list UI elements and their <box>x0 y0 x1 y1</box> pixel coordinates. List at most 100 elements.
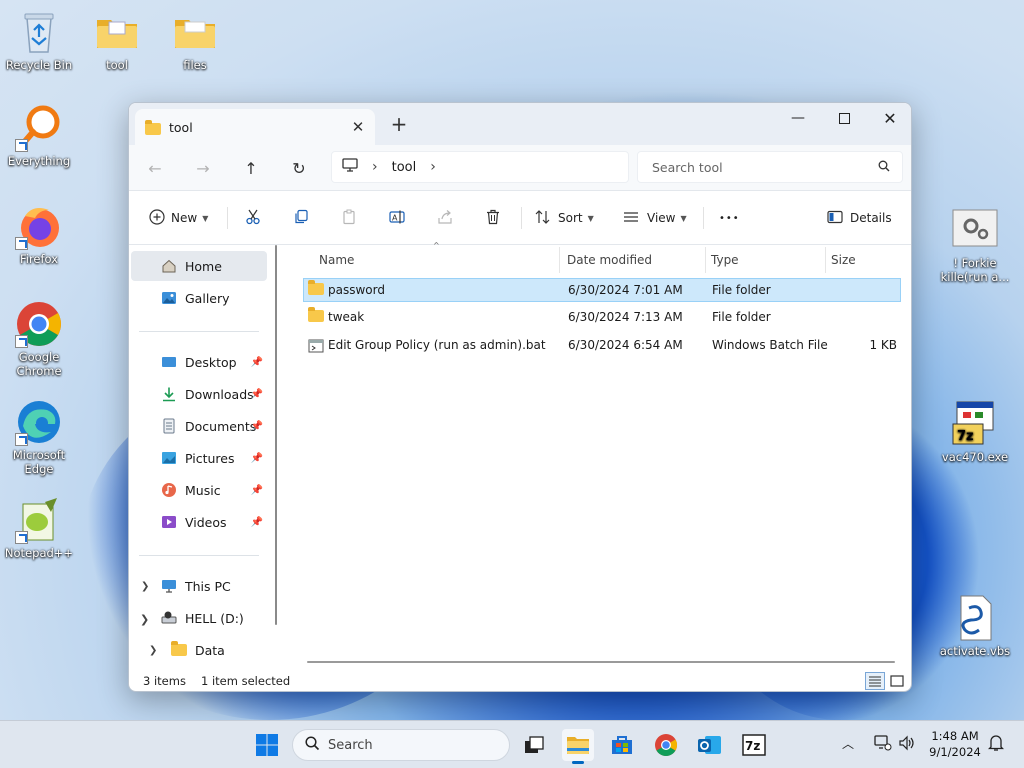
nav-item-downloads[interactable]: Downloads 📌 <box>131 379 267 409</box>
taskbar: 7z ︿ 1:48 AM 9/1/2024 <box>0 720 1024 768</box>
minimize-button[interactable]: — <box>775 103 821 133</box>
details-view-button[interactable] <box>865 672 885 690</box>
forward-button[interactable]: → <box>189 155 217 181</box>
folder-icon <box>145 120 161 135</box>
nav-item-label: Music <box>185 482 221 498</box>
tab-tool[interactable]: tool ✕ <box>135 109 375 145</box>
view-button[interactable]: View ▼ <box>623 205 687 231</box>
column-header-name[interactable]: Name <box>319 245 354 275</box>
search-box[interactable] <box>637 151 903 183</box>
new-button[interactable]: New ▼ <box>149 205 208 231</box>
pin-icon[interactable]: 📌 <box>251 453 263 464</box>
divider <box>521 207 522 229</box>
back-button[interactable]: ← <box>141 155 169 181</box>
taskbar-microsoft-store[interactable] <box>606 729 638 761</box>
pin-icon[interactable]: 📌 <box>251 389 263 400</box>
refresh-button[interactable]: ↻ <box>285 155 313 181</box>
taskbar-search-input[interactable] <box>328 737 488 753</box>
column-header-type[interactable]: Type <box>711 245 739 275</box>
desktop-icon-edge[interactable]: Microsoft Edge <box>1 398 77 476</box>
svg-text:7z: 7z <box>745 739 760 753</box>
pin-icon[interactable]: 📌 <box>251 357 263 368</box>
close-window-button[interactable]: ✕ <box>867 103 911 133</box>
volume-icon[interactable] <box>898 735 916 754</box>
search-input[interactable] <box>652 159 878 175</box>
table-row[interactable]: tweak 6/30/2024 7:13 AM File folder <box>303 306 901 330</box>
desktop-icon-notepadpp[interactable]: Notepad++ <box>1 496 77 560</box>
search-icon <box>305 736 320 754</box>
rename-button[interactable]: A <box>389 205 405 231</box>
nav-item-home[interactable]: Home <box>131 251 267 281</box>
nav-item-pictures[interactable]: Pictures 📌 <box>131 443 267 473</box>
taskbar-chrome[interactable] <box>650 729 682 761</box>
desktop-icon-vac470[interactable]: 7z vac470.exe <box>937 400 1013 464</box>
pin-icon[interactable]: 📌 <box>251 421 263 432</box>
breadcrumb-item-tool[interactable]: tool <box>392 160 417 175</box>
chevron-right-icon[interactable]: › <box>372 159 378 175</box>
new-tab-button[interactable]: + <box>387 113 411 137</box>
taskbar-outlook[interactable] <box>694 729 726 761</box>
notification-bell-icon[interactable] <box>987 734 1005 755</box>
nav-item-documents[interactable]: Documents 📌 <box>131 411 267 441</box>
taskbar-7zip[interactable]: 7z <box>738 729 770 761</box>
desktop-icon-firefox[interactable]: Firefox <box>1 202 77 266</box>
desktop-icon-files[interactable]: files <box>157 8 233 72</box>
show-hidden-icons-button[interactable]: ︿ <box>842 735 854 752</box>
taskbar-file-explorer[interactable] <box>562 729 594 764</box>
file-name: password <box>328 283 385 297</box>
copy-button[interactable] <box>293 205 309 231</box>
desktop-icon-recycle-bin[interactable]: Recycle Bin <box>1 8 77 72</box>
up-button[interactable]: ↑ <box>237 155 265 181</box>
delete-button[interactable] <box>485 205 501 231</box>
column-divider[interactable] <box>559 247 560 273</box>
nav-item-this-pc[interactable]: This PC <box>131 571 267 601</box>
column-divider[interactable] <box>705 247 706 273</box>
magnifier-icon <box>15 104 63 152</box>
shortcut-arrow-icon <box>15 433 28 446</box>
horizontal-scrollbar[interactable] <box>307 661 895 663</box>
nav-item-drive-d[interactable]: HELL (D:) <box>131 603 267 633</box>
desktop-icon-forkie[interactable]: ! Forkie kille(run a... <box>937 206 1013 284</box>
pin-icon[interactable]: 📌 <box>251 485 263 496</box>
network-icon[interactable] <box>874 735 892 754</box>
nav-item-label: Desktop <box>185 354 237 370</box>
clock-time: 1:48 AM <box>931 729 979 743</box>
paste-button[interactable] <box>341 205 357 231</box>
nav-item-label: Downloads <box>185 386 254 402</box>
cut-button[interactable] <box>245 205 261 231</box>
system-clock[interactable]: 1:48 AM 9/1/2024 <box>922 728 988 760</box>
clipboard-icon <box>341 209 357 228</box>
desktop-icon-chrome[interactable]: Google Chrome <box>1 300 77 378</box>
table-row[interactable]: password 6/30/2024 7:01 AM File folder <box>303 278 901 302</box>
column-header-size[interactable]: Size <box>831 245 856 275</box>
shortcut-arrow-icon <box>15 531 28 544</box>
taskbar-search[interactable] <box>292 729 510 761</box>
task-view-button[interactable] <box>518 729 550 761</box>
column-header-date[interactable]: Date modified <box>567 245 652 275</box>
pin-icon[interactable]: 📌 <box>251 517 263 528</box>
details-pane-button[interactable]: Details <box>827 205 892 231</box>
desktop-icon-everything[interactable]: Everything <box>1 104 77 168</box>
breadcrumb[interactable]: › tool › <box>331 151 629 183</box>
plus-circle-icon <box>149 208 165 228</box>
nav-item-data-folder[interactable]: Data <box>131 635 267 665</box>
table-row[interactable]: Edit Group Policy (run as admin).bat 6/3… <box>303 334 901 358</box>
nav-pane-scrollbar[interactable] <box>275 245 277 625</box>
column-divider[interactable] <box>825 247 826 273</box>
sort-button[interactable]: Sort ▼ <box>535 205 594 231</box>
nav-item-gallery[interactable]: Gallery <box>131 283 267 313</box>
chevron-right-icon[interactable]: › <box>430 159 436 175</box>
maximize-button[interactable] <box>821 103 867 133</box>
nav-item-music[interactable]: Music 📌 <box>131 475 267 505</box>
desktop-icon-activate[interactable]: activate.vbs <box>937 594 1013 658</box>
start-button[interactable] <box>251 729 283 761</box>
nav-item-videos[interactable]: Videos 📌 <box>131 507 267 537</box>
video-icon <box>161 514 177 530</box>
installer-icon: 7z <box>951 400 999 448</box>
share-button[interactable] <box>437 205 453 231</box>
close-tab-button[interactable]: ✕ <box>345 114 371 140</box>
more-options-button[interactable]: ••• <box>719 205 740 231</box>
desktop-icon-tool[interactable]: tool <box>79 8 155 72</box>
nav-item-desktop[interactable]: Desktop 📌 <box>131 347 267 377</box>
tiles-view-button[interactable] <box>887 672 907 690</box>
